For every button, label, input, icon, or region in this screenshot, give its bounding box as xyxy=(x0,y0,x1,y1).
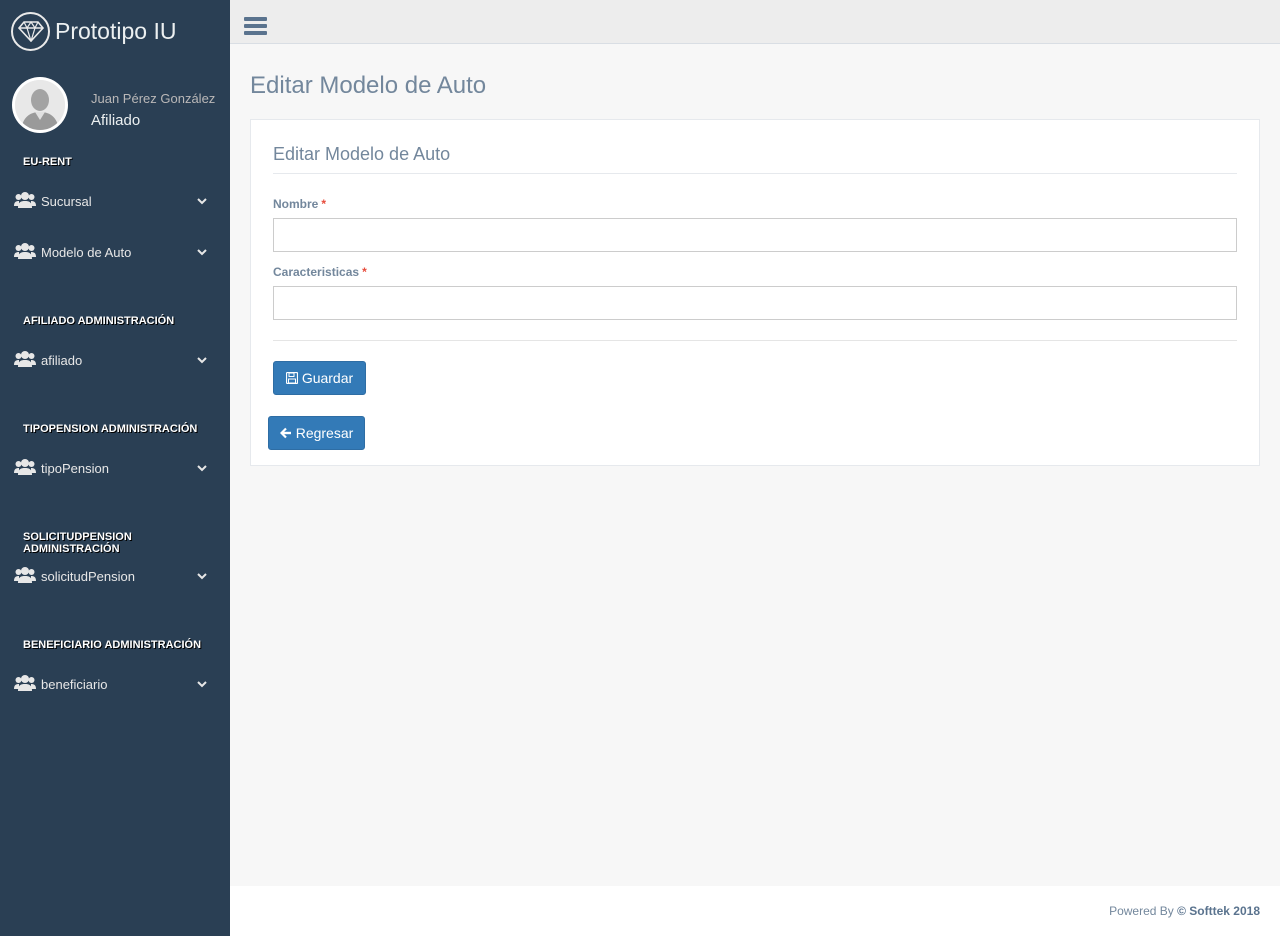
required-mark: * xyxy=(362,265,367,279)
page-title: Editar Modelo de Auto xyxy=(250,72,487,99)
chevron-down-icon xyxy=(197,681,207,688)
back-button[interactable]: Regresar xyxy=(268,416,365,450)
save-button-label: Guardar xyxy=(301,370,354,386)
footer-text: Powered By © Softtek 2018 xyxy=(1109,904,1260,918)
panel-title: Editar Modelo de Auto xyxy=(273,144,451,164)
nombre-input[interactable] xyxy=(273,218,1237,252)
chevron-down-icon xyxy=(197,357,207,364)
chevron-down-icon xyxy=(197,465,207,472)
sidebar-item-solicitudpension[interactable]: solicitudPension xyxy=(0,558,230,594)
footer-brand: © Softtek 2018 xyxy=(1177,904,1260,918)
diamond-icon xyxy=(11,11,50,51)
save-button[interactable]: Guardar xyxy=(273,361,366,395)
divider xyxy=(273,173,1237,174)
sidebar-item-label: beneficiario xyxy=(41,676,108,692)
users-icon xyxy=(14,567,36,583)
section-title-afiliado: AFILIADO ADMINISTRACIÓN xyxy=(23,315,175,327)
profile-role: Afiliado xyxy=(91,112,141,129)
chevron-down-icon xyxy=(197,573,207,580)
section-title-solicitudpension: SOLICITUDPENSION ADMINISTRACIÓN xyxy=(23,531,132,555)
nombre-label: Nombre * xyxy=(273,197,327,211)
sidebar-item-label: Modelo de Auto xyxy=(41,244,132,260)
sidebar-item-label: solicitudPension xyxy=(41,568,135,584)
sidebar-item-label: tipoPension xyxy=(41,460,109,476)
footer-prefix: Powered By xyxy=(1109,904,1174,918)
chevron-down-icon xyxy=(197,249,207,256)
back-button-label: Regresar xyxy=(295,425,354,441)
profile: Juan Pérez González Afiliado xyxy=(0,62,230,138)
divider xyxy=(273,340,1237,341)
sidebar-item-afiliado[interactable]: afiliado xyxy=(0,342,230,378)
sidebar-item-sucursal[interactable]: Sucursal xyxy=(0,183,230,219)
caracteristicas-label: Caracteristicas * xyxy=(273,265,367,279)
avatar xyxy=(12,77,68,133)
sidebar-item-tipopension[interactable]: tipoPension xyxy=(0,450,230,486)
brand[interactable]: Prototipo IU xyxy=(0,0,230,62)
required-mark: * xyxy=(321,197,327,211)
section-title-beneficiario: BENEFICIARIO ADMINISTRACIÓN xyxy=(23,639,202,651)
section-title-tipopension: TIPOPENSION ADMINISTRACIÓN xyxy=(23,423,198,435)
form-panel: Editar Modelo de Auto Nombre * Caracteris… xyxy=(250,119,1260,466)
sidebar-item-label: afiliado xyxy=(41,352,83,368)
section-title-eu-rent: EU-RENT xyxy=(23,156,72,168)
users-icon xyxy=(14,459,36,475)
menu-toggle-icon[interactable] xyxy=(244,17,268,39)
sidebar: Prototipo IU Juan Pérez González Afiliad… xyxy=(0,0,230,936)
users-icon xyxy=(14,192,36,208)
sidebar-item-beneficiario[interactable]: beneficiario xyxy=(0,666,230,702)
sidebar-item-label: Sucursal xyxy=(41,193,92,209)
users-icon xyxy=(14,675,36,691)
footer: Powered By © Softtek 2018 xyxy=(230,886,1280,936)
arrow-left-icon xyxy=(279,427,291,439)
brand-title: Prototipo IU xyxy=(55,17,177,44)
floppy-disk-icon xyxy=(285,372,298,384)
chevron-down-icon xyxy=(197,198,207,205)
users-icon xyxy=(14,243,36,259)
sidebar-item-modelo-de-auto[interactable]: Modelo de Auto xyxy=(0,234,230,270)
users-icon xyxy=(14,351,36,367)
top-nav xyxy=(230,0,1280,44)
profile-name: Juan Pérez González xyxy=(91,91,216,106)
caracteristicas-input[interactable] xyxy=(273,286,1237,320)
